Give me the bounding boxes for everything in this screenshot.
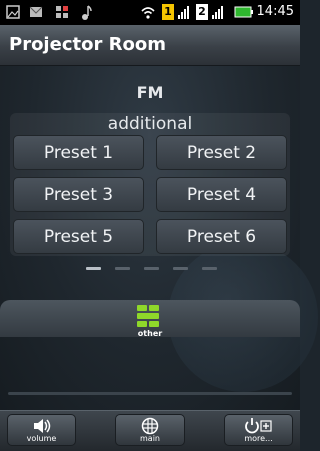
- preset-4-button[interactable]: Preset 4: [156, 177, 287, 212]
- main-button[interactable]: main: [115, 414, 185, 446]
- sim1-icon: 1: [162, 4, 174, 20]
- bars-icon: [56, 6, 68, 18]
- status-bar: 1 2 14:45: [0, 0, 300, 25]
- music-icon: [82, 5, 92, 20]
- more-button[interactable]: more...: [224, 414, 293, 446]
- more-label: more...: [244, 434, 273, 443]
- category-other-label[interactable]: other: [0, 329, 300, 338]
- status-time: 14:45: [256, 4, 294, 19]
- speaker-icon: [33, 419, 50, 433]
- page-indicator-4[interactable]: [173, 267, 188, 270]
- source-label: FM: [136, 83, 164, 102]
- page-indicator-3[interactable]: [144, 267, 159, 270]
- battery-icon: [234, 6, 253, 18]
- wifi-icon: [141, 7, 155, 19]
- preset-panel-title: additional: [107, 114, 193, 134]
- divider: [8, 392, 292, 395]
- preset-3-button[interactable]: Preset 3: [13, 177, 144, 212]
- globe-grid-icon: [141, 417, 159, 435]
- power-plus-icon: [244, 418, 272, 434]
- signal-2-icon: [212, 6, 223, 19]
- title-bar: Projector Room: [0, 25, 300, 66]
- preset-1-button[interactable]: Preset 1: [13, 135, 144, 170]
- page-indicator-1[interactable]: [86, 267, 101, 270]
- sim2-icon: 2: [196, 4, 208, 20]
- preset-2-button[interactable]: Preset 2: [156, 135, 287, 170]
- page-indicator-2[interactable]: [115, 267, 130, 270]
- other-grid-icon[interactable]: [136, 304, 162, 328]
- mail-icon: [29, 6, 43, 17]
- picture-icon: [6, 5, 20, 19]
- preset-6-button[interactable]: Preset 6: [156, 219, 287, 254]
- page-title: Projector Room: [9, 34, 166, 55]
- page-indicator-5[interactable]: [202, 267, 217, 270]
- volume-label: volume: [26, 434, 57, 443]
- preset-5-button[interactable]: Preset 5: [13, 219, 144, 254]
- main-label: main: [140, 434, 160, 443]
- volume-button[interactable]: volume: [7, 414, 76, 446]
- signal-1-icon: [178, 6, 189, 19]
